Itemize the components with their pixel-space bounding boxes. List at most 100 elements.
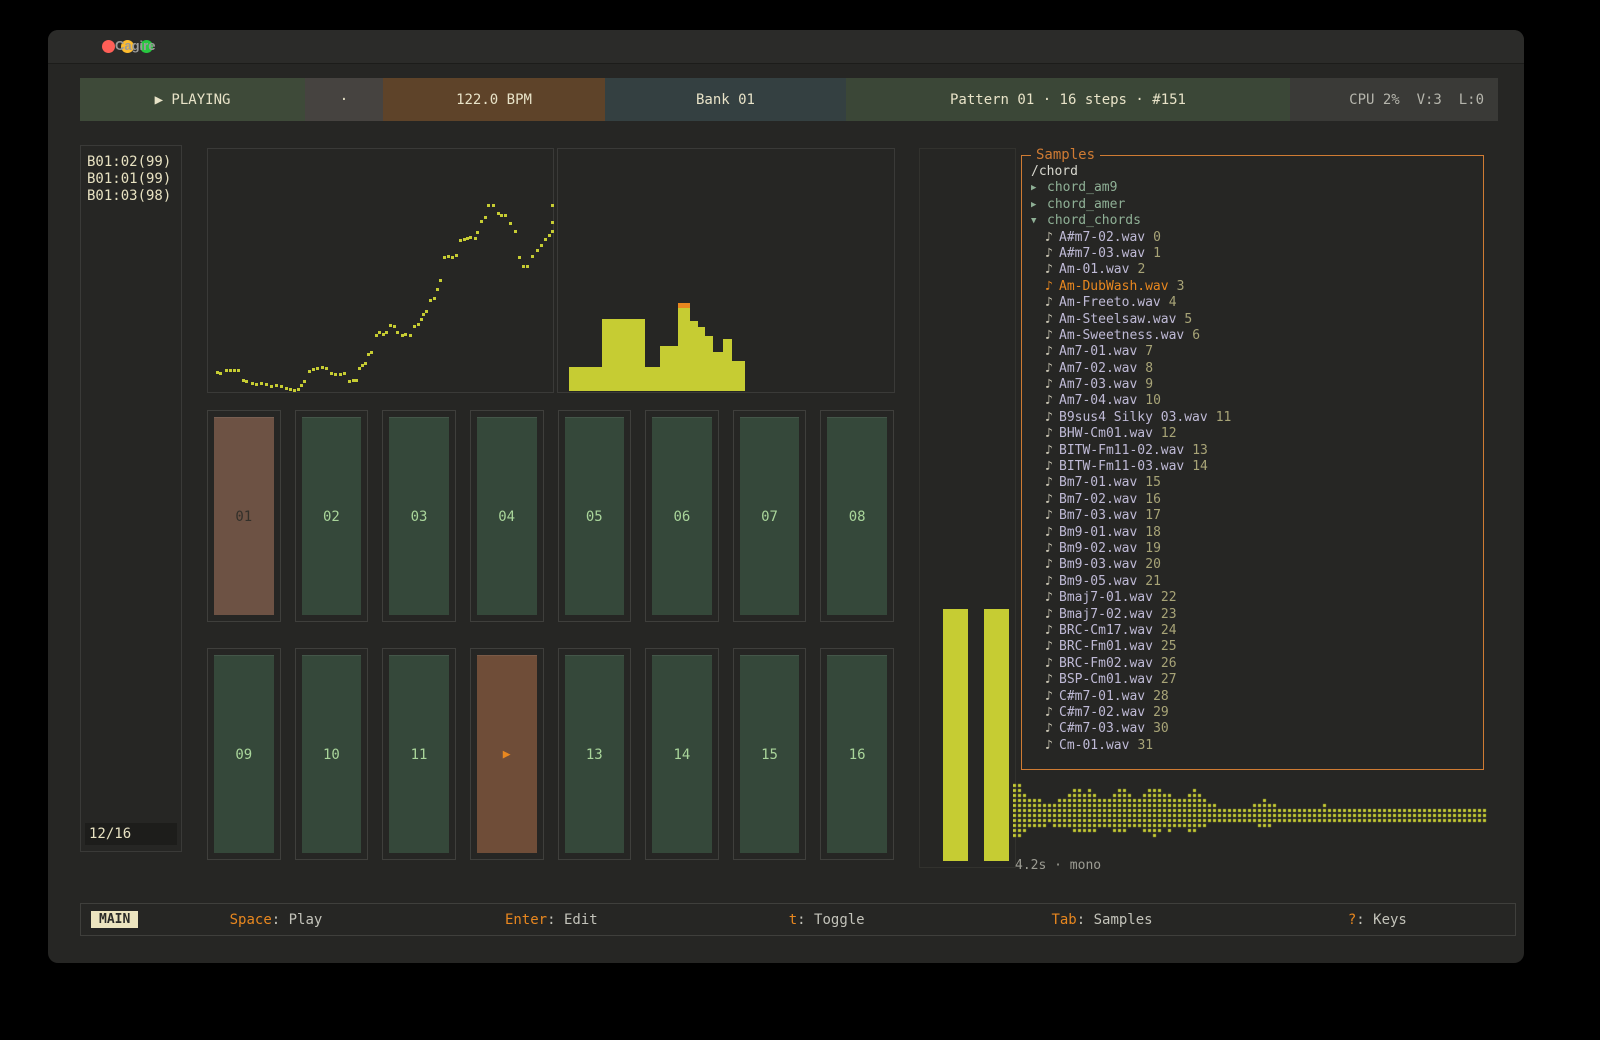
pad-07[interactable]: 07 xyxy=(740,417,800,615)
sample-file-row[interactable]: ♪BRC-Cm17.wav24 xyxy=(1031,623,1479,639)
folder-row-chord_am9[interactable]: ▶chord_am9 xyxy=(1031,180,1479,196)
sample-file-row[interactable]: ♪Bm9-02.wav19 xyxy=(1031,541,1479,557)
sample-file-row[interactable]: ♪BRC-Fm02.wav26 xyxy=(1031,656,1479,672)
shortcut-label: : Play xyxy=(272,912,323,928)
event-log-line: B01:02(99) xyxy=(87,154,175,171)
scatter-point xyxy=(551,204,554,207)
sample-file-row[interactable]: ♪Am-DubWash.wav3 xyxy=(1031,279,1479,295)
scatter-point xyxy=(429,299,432,302)
pad-01[interactable]: 01 xyxy=(214,417,274,615)
scatter-point xyxy=(255,383,258,386)
folder-row-chord_amer[interactable]: ▶chord_amer xyxy=(1031,197,1479,213)
sample-file-row[interactable]: ♪Bmaj7-01.wav22 xyxy=(1031,590,1479,606)
pad-15[interactable]: 15 xyxy=(740,655,800,853)
sample-file-row[interactable]: ♪C#m7-02.wav29 xyxy=(1031,705,1479,721)
sample-file-row[interactable]: ♪Bm7-02.wav16 xyxy=(1031,492,1479,508)
sample-file-row[interactable]: ♪Bmaj7-02.wav23 xyxy=(1031,607,1479,623)
pad-12-playing[interactable]: ▶ xyxy=(477,655,537,853)
pad-08[interactable]: 08 xyxy=(827,417,887,615)
sample-file-row[interactable]: ♪BRC-Fm01.wav25 xyxy=(1031,639,1479,655)
sample-file-row[interactable]: ♪Am7-03.wav9 xyxy=(1031,377,1479,393)
status-segment-transport[interactable]: ▶ PLAYING xyxy=(80,78,305,121)
status-segment-bpm-label: 122.0 BPM xyxy=(456,92,532,108)
sample-file-row[interactable]: ♪Am7-04.wav10 xyxy=(1031,393,1479,409)
status-segment-pattern[interactable]: Pattern 01 · 16 steps · #151 xyxy=(846,78,1290,121)
pad-04[interactable]: 04 xyxy=(477,417,537,615)
shortcut-keys: ?: Keys xyxy=(1240,912,1515,928)
pad-11[interactable]: 11 xyxy=(389,655,449,853)
status-segment-cpu[interactable]: CPU 2% V:3 L:0 xyxy=(1290,78,1498,121)
sample-file-index: 8 xyxy=(1145,361,1153,376)
folder-name: chord_chords xyxy=(1047,213,1141,228)
sample-file-name: Bmaj7-01.wav xyxy=(1059,590,1153,605)
pad-05[interactable]: 05 xyxy=(565,417,625,615)
pad-16[interactable]: 16 xyxy=(827,655,887,853)
music-note-icon: ♪ xyxy=(1045,393,1059,409)
sample-file-index: 30 xyxy=(1153,721,1169,736)
scatter-point xyxy=(303,380,306,383)
sample-file-row[interactable]: ♪Am7-02.wav8 xyxy=(1031,361,1479,377)
sample-file-row[interactable]: ♪A#m7-03.wav1 xyxy=(1031,246,1479,262)
pad-09[interactable]: 09 xyxy=(214,655,274,853)
sample-file-index: 14 xyxy=(1192,459,1208,474)
sample-file-row[interactable]: ♪Am-Sweetness.wav6 xyxy=(1031,328,1479,344)
status-segment-metronome[interactable]: · xyxy=(305,78,383,121)
sample-file-row[interactable]: ♪Bm9-03.wav20 xyxy=(1031,557,1479,573)
sample-file-name: Am-Sweetness.wav xyxy=(1059,328,1184,343)
sample-file-name: Am-DubWash.wav xyxy=(1059,279,1169,294)
sample-file-row[interactable]: ♪Bm7-03.wav17 xyxy=(1031,508,1479,524)
sample-file-row[interactable]: ♪Am-Freeto.wav4 xyxy=(1031,295,1479,311)
pad-03[interactable]: 03 xyxy=(389,417,449,615)
sample-file-index: 29 xyxy=(1153,705,1169,720)
scatter-point xyxy=(316,367,319,370)
pad-06[interactable]: 06 xyxy=(652,417,712,615)
samples-browser-panel: Samples /chord▶chord_am9▶chord_amer▼chor… xyxy=(1021,155,1484,770)
sample-file-index: 18 xyxy=(1145,525,1161,540)
status-segment-bpm[interactable]: 122.0 BPM xyxy=(383,78,605,121)
scatter-point xyxy=(509,222,512,225)
pad-10[interactable]: 10 xyxy=(302,655,362,853)
folder-row-chord_chords[interactable]: ▼chord_chords xyxy=(1031,213,1479,229)
sample-file-name: Am7-03.wav xyxy=(1059,377,1137,392)
event-log: B01:02(99)B01:01(99)B01:03(98) xyxy=(81,146,181,213)
scatter-point xyxy=(370,351,373,354)
scatter-point xyxy=(321,366,324,369)
scatter-point xyxy=(375,334,378,337)
chevron-down-icon[interactable]: ▼ xyxy=(1031,213,1047,229)
sample-file-name: Bmaj7-02.wav xyxy=(1059,607,1153,622)
scatter-point xyxy=(522,265,525,268)
sample-file-row[interactable]: ♪Am-01.wav2 xyxy=(1031,262,1479,278)
sample-file-row[interactable]: ♪C#m7-03.wav30 xyxy=(1031,721,1479,737)
scatter-point xyxy=(526,265,529,268)
window-title: Cagire xyxy=(115,38,155,53)
shortcut-label: : Samples xyxy=(1077,912,1153,928)
shortcut-key: Tab xyxy=(1051,912,1076,928)
sample-file-row[interactable]: ♪BITW-Fm11-02.wav13 xyxy=(1031,443,1479,459)
sample-file-row[interactable]: ♪Cm-01.wav31 xyxy=(1031,738,1479,754)
shortcut-key: Space xyxy=(230,912,272,928)
pad-14[interactable]: 14 xyxy=(652,655,712,853)
sample-file-row[interactable]: ♪B9sus4 Silky 03.wav11 xyxy=(1031,410,1479,426)
sample-file-row[interactable]: ♪Am-Steelsaw.wav5 xyxy=(1031,312,1479,328)
sample-file-row[interactable]: ♪C#m7-01.wav28 xyxy=(1031,689,1479,705)
sample-file-row[interactable]: ♪BHW-Cm01.wav12 xyxy=(1031,426,1479,442)
sample-file-row[interactable]: ♪Am7-01.wav7 xyxy=(1031,344,1479,360)
sample-file-row[interactable]: ♪BSP-Cm01.wav27 xyxy=(1031,672,1479,688)
histogram-bar xyxy=(723,339,732,391)
sample-file-row[interactable]: ♪Bm7-01.wav15 xyxy=(1031,475,1479,491)
sample-file-row[interactable]: ♪Bm9-05.wav21 xyxy=(1031,574,1479,590)
folder-name: chord_amer xyxy=(1047,197,1125,212)
status-segment-bank[interactable]: Bank 01 xyxy=(605,78,846,121)
shortcut-key: t xyxy=(789,912,797,928)
music-note-icon: ♪ xyxy=(1045,328,1059,344)
sample-file-row[interactable]: ♪A#m7-02.wav0 xyxy=(1031,230,1479,246)
chevron-right-icon[interactable]: ▶ xyxy=(1031,180,1047,196)
pad-02[interactable]: 02 xyxy=(302,417,362,615)
sample-file-row[interactable]: ♪BITW-Fm11-03.wav14 xyxy=(1031,459,1479,475)
chevron-right-icon[interactable]: ▶ xyxy=(1031,197,1047,213)
samples-tree: /chord▶chord_am9▶chord_amer▼chord_chords… xyxy=(1022,156,1483,754)
pad-13[interactable]: 13 xyxy=(565,655,625,853)
sample-file-row[interactable]: ♪Bm9-01.wav18 xyxy=(1031,525,1479,541)
pad-frame-02: 02 xyxy=(295,410,369,622)
close-window-icon[interactable] xyxy=(102,40,115,53)
